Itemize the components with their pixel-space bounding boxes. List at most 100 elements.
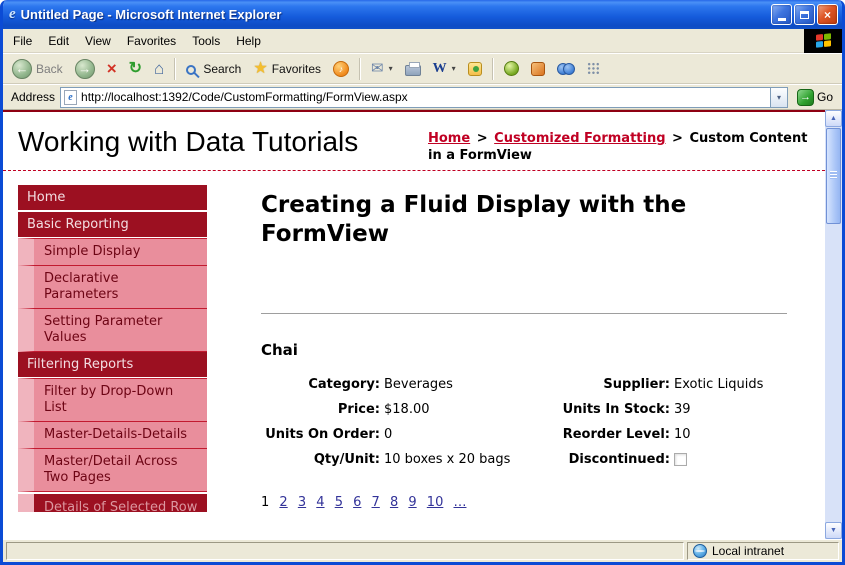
toolbar-separator [359,58,361,80]
messenger-button[interactable] [463,56,487,82]
sidebar-item-filter-by-drop-down-list[interactable]: Filter by Drop-Down List [18,378,207,422]
page-number-link-7[interactable]: 7 [372,495,380,510]
favorites-button[interactable]: ★ Favorites [248,56,326,82]
toolbar-separator [492,58,494,80]
sidebar-item-setting-parameter-values[interactable]: Setting Parameter Values [18,308,207,352]
refresh-icon: ↻ [129,61,142,77]
page-number-current: 1 [261,495,269,510]
addon-button-3[interactable] [552,56,580,82]
zone-label: Local intranet [712,544,784,558]
minimize-button[interactable] [771,4,792,25]
menu-view[interactable]: View [77,31,119,51]
page-number-link-8[interactable]: 8 [390,495,398,510]
edit-button[interactable]: W ▾ [428,56,461,82]
maximize-button[interactable] [794,4,815,25]
media-button[interactable]: ♪ [328,56,354,82]
vertical-scrollbar[interactable]: ▲ ▼ [825,110,842,539]
chevron-down-icon: ▾ [389,64,393,73]
sidebar-item-simple-display[interactable]: Simple Display [18,238,207,266]
print-icon [405,65,421,76]
sidebar-section-basic-reporting[interactable]: Basic Reporting [18,212,207,237]
page-number-link-6[interactable]: 6 [353,495,361,510]
search-icon [186,65,196,75]
sidebar-item-declarative-parameters[interactable]: Declarative Parameters [18,265,207,309]
field-value-units-on-order: 0 [384,427,546,442]
breadcrumb-home-link[interactable]: Home [428,131,470,146]
breadcrumb-separator: > [475,131,490,146]
sidebar-item-details-of-selected[interactable]: Details of Selected Row [18,494,207,512]
title-bar[interactable]: e Untitled Page - Microsoft Internet Exp… [3,0,842,29]
field-label-discontinued: Discontinued: [550,452,670,467]
go-button[interactable]: → Go [793,89,837,106]
scroll-down-button[interactable]: ▼ [825,522,842,539]
ie-logo-icon: e [9,6,16,23]
menu-file[interactable]: File [5,31,40,51]
main-content: Creating a Fluid Display with the FormVi… [207,185,817,512]
messenger-icon [468,62,482,76]
page-number-link-2[interactable]: 2 [279,495,287,510]
close-button[interactable]: × [817,4,838,25]
menu-help[interactable]: Help [228,31,269,51]
sidebar-item-home[interactable]: Home [18,185,207,210]
status-message-pane [6,542,684,560]
word-edit-icon: W [433,62,447,76]
field-label-reorder-level: Reorder Level: [550,427,670,442]
stop-button[interactable]: × [102,56,122,82]
search-button[interactable]: Search [181,56,246,82]
binoculars-icon [557,63,575,75]
media-icon: ♪ [333,61,349,77]
stop-icon: × [107,60,117,77]
scrollbar-thumb[interactable] [826,128,841,224]
back-button[interactable]: ← Back [7,56,68,82]
sidebar-nav: Home Basic Reporting Simple Display Decl… [18,185,207,512]
refresh-button[interactable]: ↻ [124,56,147,82]
go-label: Go [817,90,833,104]
green-orb-icon [504,61,519,76]
discontinued-checkbox[interactable] [674,453,687,466]
page-number-link-5[interactable]: 5 [335,495,343,510]
maximize-icon [800,11,809,19]
page-number-link-4[interactable]: 4 [316,495,324,510]
field-value-reorder-level: 10 [674,427,787,442]
address-dropdown-button[interactable]: ▾ [770,88,787,107]
globe-icon [693,544,707,558]
addon-button-2[interactable] [526,56,550,82]
mail-icon: ✉ [371,61,384,76]
windows-flag-icon [816,33,831,48]
addon-button-4[interactable] [582,56,605,82]
go-arrow-icon: → [797,89,814,106]
address-input[interactable]: e http://localhost:1392/Code/CustomForma… [60,87,788,108]
page-number-link-3[interactable]: 3 [298,495,306,510]
forward-button[interactable]: → [70,56,100,82]
standard-buttons-toolbar: ← Back → × ↻ ⌂ Search ★ Favorites ♪ ✉ ▾ … [3,53,842,84]
field-label-qty-unit: Qty/Unit: [261,452,380,467]
page-number-link-10[interactable]: 10 [427,495,444,510]
window-title: Untitled Page - Microsoft Internet Explo… [21,7,771,22]
sidebar-item-master-details-details[interactable]: Master-Details-Details [18,421,207,449]
back-icon: ← [12,59,32,79]
field-value-price: $18.00 [384,402,546,417]
print-button[interactable] [400,56,426,82]
breadcrumb-section-link[interactable]: Customized Formatting [494,131,665,146]
orange-addon-icon [531,62,545,76]
sidebar-section-filtering-reports[interactable]: Filtering Reports [18,352,207,377]
page-number-link-9[interactable]: 9 [408,495,416,510]
favorites-star-icon: ★ [253,61,267,77]
sidebar-item-master-detail-across-two-pages[interactable]: Master/Detail Across Two Pages [18,448,207,492]
addon-button-1[interactable] [499,56,524,82]
menu-edit[interactable]: Edit [40,31,77,51]
pagination: 1 2 3 4 5 6 7 8 9 10 … [261,495,787,510]
menu-favorites[interactable]: Favorites [119,31,184,51]
favorites-label: Favorites [272,62,321,76]
mail-button[interactable]: ✉ ▾ [366,56,398,82]
field-label-category: Category: [261,377,380,392]
page-number-link-more[interactable]: … [453,495,466,510]
home-button[interactable]: ⌂ [149,56,169,82]
address-url: http://localhost:1392/Code/CustomFormatt… [81,90,770,104]
chevron-down-icon: ▾ [452,64,456,73]
address-bar: Address e http://localhost:1392/Code/Cus… [3,84,842,110]
field-label-units-on-order: Units On Order: [261,427,380,442]
menu-tools[interactable]: Tools [184,31,228,51]
field-value-supplier: Exotic Liquids [674,377,787,392]
scroll-up-button[interactable]: ▲ [825,110,842,127]
